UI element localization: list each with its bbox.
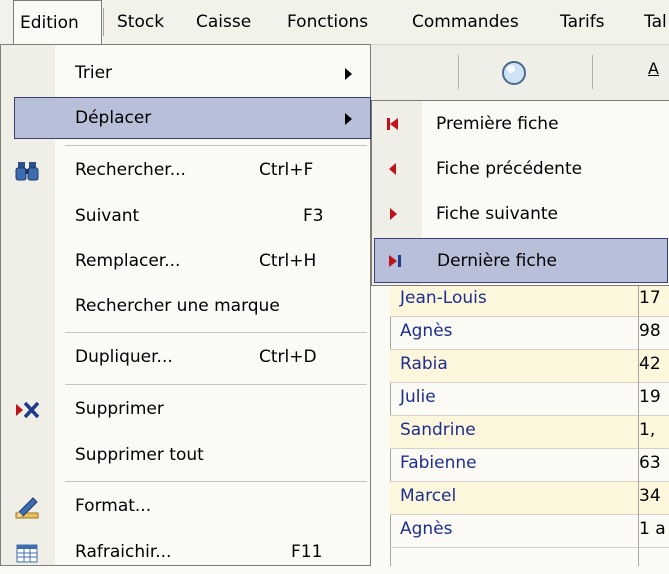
sort-text-icon[interactable]: A xyxy=(648,59,668,89)
previous-record-icon xyxy=(386,161,404,177)
menu-item-suivant[interactable]: Suivant F3 xyxy=(1,196,370,238)
menu-item-supprimer[interactable]: Supprimer xyxy=(1,389,370,431)
row-value: 98 xyxy=(639,321,661,341)
menu-separator xyxy=(65,384,367,385)
row-value: 42 xyxy=(639,354,661,374)
menu-commandes-label: Commandes xyxy=(412,12,519,32)
menu-edition-label: Edition xyxy=(20,13,79,33)
menu-item-label: Déplacer xyxy=(75,108,152,128)
table-row[interactable]: Rabia 42 xyxy=(390,350,669,383)
row-value: 63 xyxy=(639,453,661,473)
table-refresh-icon xyxy=(15,542,41,564)
menu-item-trier[interactable]: Trier xyxy=(1,53,370,95)
submenu-item-label: Fiche précédente xyxy=(436,159,583,179)
menu-item-shortcut: Ctrl+D xyxy=(259,347,317,367)
menu-item-shortcut: F11 xyxy=(291,542,323,562)
deplacer-submenu: Première fiche Fiche précédente Fiche su… xyxy=(371,100,669,286)
menu-tal-label: Tal xyxy=(644,12,667,32)
edition-dropdown-menu: Trier Déplacer Rechercher... Ctrl+F Suiv… xyxy=(0,44,371,566)
menu-stock-label: Stock xyxy=(117,12,165,32)
menu-item-label: Format... xyxy=(75,496,152,516)
menu-item-label: Rechercher une marque xyxy=(75,296,280,316)
submenu-item-premiere-fiche[interactable]: Première fiche xyxy=(372,102,669,147)
row-name: Jean-Louis xyxy=(400,288,487,308)
menu-item-shortcut: Ctrl+H xyxy=(259,251,317,271)
menu-tarifs-label: Tarifs xyxy=(560,12,605,32)
menu-item-format[interactable]: Format... xyxy=(1,486,370,528)
row-value: 1 a xyxy=(639,519,666,539)
menu-item-supprimer-tout[interactable]: Supprimer tout xyxy=(1,435,370,477)
toolbar-separator xyxy=(592,55,593,89)
menu-item-rechercher[interactable]: Rechercher... Ctrl+F xyxy=(1,150,370,192)
sort-text-letter: A xyxy=(648,59,659,78)
menu-item-label: Rechercher... xyxy=(75,160,186,180)
row-name: Agnès xyxy=(400,519,453,539)
menubar-separator xyxy=(103,8,104,36)
submenu-item-fiche-suivante[interactable]: Fiche suivante xyxy=(372,192,669,237)
toolbar-separator xyxy=(458,55,459,89)
table-row[interactable]: Julie 19 xyxy=(390,383,669,416)
menu-item-label: Supprimer xyxy=(75,399,164,419)
menu-item-label: Suivant xyxy=(75,206,140,226)
table-row[interactable]: Sandrine 1, xyxy=(390,416,669,449)
table-row[interactable]: Agnès 1 a xyxy=(390,515,669,548)
menu-fonctions[interactable]: Fonctions xyxy=(287,0,368,44)
last-record-icon xyxy=(387,253,405,269)
menu-item-label: Remplacer... xyxy=(75,251,181,271)
search-magnifier-icon[interactable] xyxy=(500,59,530,89)
menu-edition[interactable]: Edition xyxy=(13,0,102,45)
submenu-item-label: Fiche suivante xyxy=(436,204,558,224)
row-value: 34 xyxy=(639,486,661,506)
menu-tarifs[interactable]: Tarifs xyxy=(560,0,605,44)
submenu-item-label: Première fiche xyxy=(436,114,559,134)
table-row[interactable]: Marcel 34 xyxy=(390,482,669,515)
menu-stock[interactable]: Stock xyxy=(117,0,164,44)
menubar: Edition Stock Caisse Fonctions Commandes… xyxy=(0,0,669,45)
menu-item-dupliquer[interactable]: Dupliquer... Ctrl+D xyxy=(1,337,370,379)
menu-item-rechercher-marque[interactable]: Rechercher une marque xyxy=(1,286,370,328)
menu-item-label: Rafraichir... xyxy=(75,542,172,562)
delete-x-icon xyxy=(15,399,41,421)
next-record-icon xyxy=(386,206,404,222)
menu-separator xyxy=(65,145,367,146)
row-name: Rabia xyxy=(400,354,448,374)
row-name: Agnès xyxy=(400,321,453,341)
menu-item-remplacer[interactable]: Remplacer... Ctrl+H xyxy=(1,241,370,283)
submenu-item-derniere-fiche[interactable]: Dernière fiche xyxy=(374,238,668,283)
menu-separator xyxy=(65,332,367,333)
submenu-arrow-icon xyxy=(345,113,352,125)
menu-separator xyxy=(65,481,367,482)
table-row[interactable]: Fabienne 63 xyxy=(390,449,669,482)
menu-item-shortcut: F3 xyxy=(303,206,324,226)
row-name: Julie xyxy=(400,387,436,407)
table-row[interactable]: Agnès 98 xyxy=(390,317,669,350)
submenu-arrow-icon xyxy=(345,68,352,80)
format-pencil-icon xyxy=(15,496,41,519)
menu-item-label: Trier xyxy=(75,63,113,83)
menu-tal[interactable]: Tal xyxy=(644,0,667,44)
records-grid: Jean-Louis 17 Agnès 98 Rabia 42 Julie 19 San… xyxy=(390,284,669,548)
menu-fonctions-label: Fonctions xyxy=(287,12,369,32)
table-row[interactable]: Jean-Louis 17 xyxy=(390,284,669,317)
submenu-item-fiche-precedente[interactable]: Fiche précédente xyxy=(372,147,669,192)
menu-item-label: Dupliquer... xyxy=(75,347,173,367)
row-value: 17 xyxy=(639,288,661,308)
menu-item-rafraichir[interactable]: Rafraichir... F11 xyxy=(1,532,370,574)
menu-item-shortcut: Ctrl+F xyxy=(259,160,314,180)
grid-column-divider xyxy=(638,284,639,566)
menu-commandes[interactable]: Commandes xyxy=(412,0,519,44)
menu-caisse[interactable]: Caisse xyxy=(196,0,251,44)
first-record-icon xyxy=(386,116,404,132)
menu-item-label: Supprimer tout xyxy=(75,445,204,465)
menu-caisse-label: Caisse xyxy=(196,12,252,32)
binoculars-icon xyxy=(15,160,41,182)
row-name: Sandrine xyxy=(400,420,476,440)
background-toolbar: A xyxy=(370,45,669,101)
row-value: 19 xyxy=(639,387,661,407)
submenu-item-label: Dernière fiche xyxy=(437,251,557,271)
menu-item-deplacer[interactable]: Déplacer xyxy=(14,97,371,139)
row-name: Marcel xyxy=(400,486,457,506)
row-name: Fabienne xyxy=(400,453,477,473)
row-value: 1, xyxy=(639,420,656,440)
